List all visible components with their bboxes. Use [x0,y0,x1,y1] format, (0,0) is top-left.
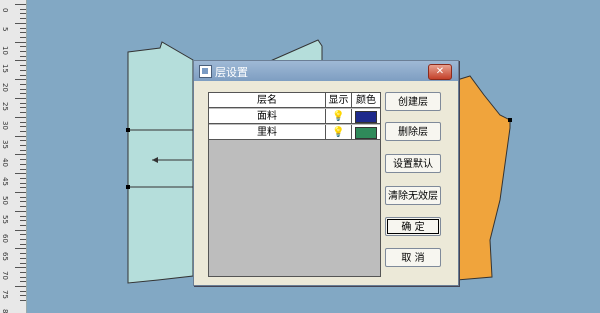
close-button[interactable]: ✕ [428,64,452,80]
color-cell[interactable] [352,109,380,124]
clear-invalid-layers-button[interactable]: 清除无效层 [385,186,441,205]
dialog-titlebar[interactable]: 层设置 ✕ [194,61,458,81]
column-header-color[interactable]: 颜色 [352,93,380,108]
column-header-show[interactable]: 显示 [326,93,352,108]
set-default-button[interactable]: 设置默认 [385,154,441,173]
dialog-title: 层设置 [215,66,248,79]
back-panel-piece [456,75,511,281]
color-cell[interactable] [352,125,380,140]
ok-button[interactable]: 确 定 [385,217,441,236]
point-marker [126,128,130,132]
table-row[interactable]: 面料 💡 [209,109,380,125]
visibility-toggle[interactable]: 💡 [326,109,352,124]
table-header: 层名 显示 颜色 [209,93,380,109]
table-row[interactable]: 里料 💡 [209,125,380,141]
bulb-icon: 💡 [332,111,345,122]
front-panel-piece [127,41,194,284]
shoulder-piece [267,39,323,63]
color-swatch[interactable] [355,111,377,123]
point-marker [126,185,130,189]
visibility-toggle[interactable]: 💡 [326,125,352,140]
column-header-name[interactable]: 层名 [209,93,326,108]
layer-name-cell[interactable]: 里料 [209,125,326,140]
create-layer-button[interactable]: 创建层 [385,92,441,111]
layer-settings-dialog: 层设置 ✕ 层名 显示 颜色 面料 💡 里料 💡 创建层 删除层 设置默认 清除… [193,60,459,286]
bulb-icon: 💡 [332,127,345,138]
window-icon [199,65,212,78]
color-swatch[interactable] [355,127,377,139]
delete-layer-button[interactable]: 删除层 [385,122,441,141]
cancel-button[interactable]: 取 消 [385,248,441,267]
point-marker [508,118,512,122]
layer-table: 层名 显示 颜色 面料 💡 里料 💡 [208,92,381,277]
layer-name-cell[interactable]: 面料 [209,109,326,124]
